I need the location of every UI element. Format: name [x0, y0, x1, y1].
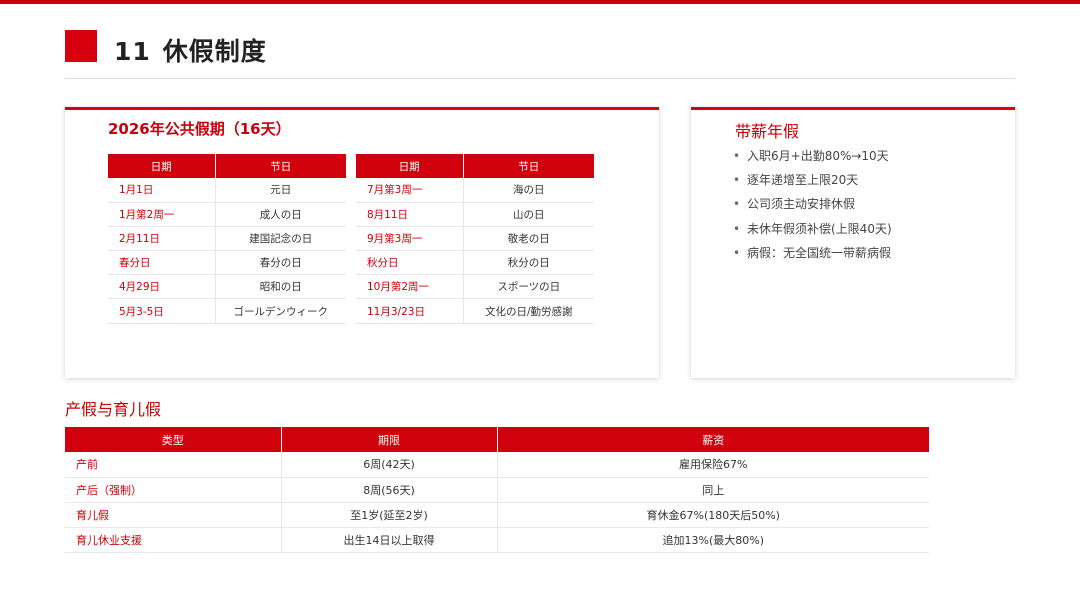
table-row: 2月11日 建国記念の日: [108, 226, 346, 252]
leave-period: 6周(42天): [281, 452, 498, 478]
list-item-text: 公司须主动安排休假: [747, 197, 856, 212]
holiday-date: 2月11日: [108, 226, 216, 252]
leave-period: 出生14日以上取得: [281, 527, 498, 553]
paid-leave-list: • 入职6月+出勤80%→10天 • 逐年递增至上限20天 • 公司须主动安排休假 •…: [733, 148, 892, 269]
holidays-table-left: 日期 节日 1月1日 元日 1月第2周一 成人の日 2月11日 建国記念の日 春分日春…: [108, 154, 346, 324]
holiday-date: 5月3-5日: [108, 298, 216, 324]
table-row: 4月29日 昭和の日: [108, 274, 346, 300]
holiday-name: ゴールデンウィーク: [215, 298, 346, 324]
top-accent-bar: [0, 0, 1080, 4]
holiday-date: 10月第2周一: [356, 274, 464, 300]
bullet-icon: •: [733, 173, 741, 188]
holiday-date: 8月11日: [356, 202, 464, 227]
list-item: • 逐年递增至上限20天: [733, 172, 892, 196]
holiday-date: 春分日: [108, 250, 216, 276]
table-row: 9月第3周一 敬老の日: [356, 226, 594, 252]
holiday-name: 元日: [215, 178, 346, 203]
bullet-icon: •: [733, 149, 741, 163]
column-header-holiday: 节日: [463, 154, 594, 178]
maternity-section-title: 产假与育儿假: [65, 400, 162, 419]
holiday-name: 海の日: [463, 178, 594, 203]
column-header-date: 日期: [108, 154, 216, 178]
holiday-date: 1月1日: [108, 178, 216, 203]
holiday-name: 昭和の日: [215, 274, 346, 300]
table-row: 1月1日 元日: [108, 178, 346, 203]
leave-period: 8周(56天): [281, 477, 498, 503]
holiday-name: 山の日: [463, 202, 594, 227]
leave-type: 育儿假: [65, 502, 282, 528]
table-row: 8月11日 山の日: [356, 202, 594, 227]
bullet-icon: •: [733, 197, 741, 212]
column-header-date: 日期: [356, 154, 464, 178]
table-row: 产前 6周(42天) 雇用保险67%: [65, 452, 929, 478]
table-row: 育儿假 至1岁(延至2岁) 育休金67%(180天后50%): [65, 502, 929, 528]
public-holidays-card: 2026年公共假期（16天） 日期 节日 1月1日 元日 1月第2周一 成人の日 2…: [65, 107, 659, 378]
holiday-name: 建国記念の日: [215, 226, 346, 252]
paid-leave-card: 带薪年假 • 入职6月+出勤80%→10天 • 逐年递增至上限20天 • 公司须主动安…: [691, 107, 1015, 378]
holiday-date: 秋分日: [356, 250, 464, 276]
table-row: 11月3/23日 文化の日/勤労感謝: [356, 298, 594, 324]
holiday-date: 4月29日: [108, 274, 216, 300]
holidays-table-right: 日期 节日 7月第3周一 海の日 8月11日 山の日 9月第3周一 敬老の日 秋分日秋…: [356, 154, 594, 324]
bullet-icon: •: [733, 221, 741, 236]
list-item-text: 病假：无全国统一带薪病假: [747, 245, 892, 260]
page-title: 11 休假制度: [114, 32, 267, 68]
title-divider: [65, 78, 1015, 79]
holiday-name: スポーツの日: [463, 274, 594, 300]
holiday-name: 成人の日: [215, 202, 346, 227]
list-item-text: 未休年假须补偿(上限40天): [747, 221, 892, 236]
list-item: • 病假：无全国统一带薪病假: [733, 245, 892, 269]
bullet-icon: •: [733, 245, 741, 260]
table-row: 10月第2周一 スポーツの日: [356, 274, 594, 300]
maternity-table: 类型 期限 薪资 产前 6周(42天) 雇用保险67% 产后（强制） 8周(56…: [65, 427, 929, 553]
holiday-name: 敬老の日: [463, 226, 594, 252]
column-header-pay: 薪资: [497, 427, 929, 452]
table-row: 7月第3周一 海の日: [356, 178, 594, 203]
page-number: 11: [114, 37, 151, 66]
holiday-date: 9月第3周一: [356, 226, 464, 252]
leave-pay: 育休金67%(180天后50%): [497, 502, 929, 528]
table-row: 秋分日 秋分の日: [356, 250, 594, 276]
column-header-period: 期限: [281, 427, 498, 452]
list-item: • 公司须主动安排休假: [733, 196, 892, 220]
table-row: 产后（强制） 8周(56天) 同上: [65, 477, 929, 503]
public-holidays-title: 2026年公共假期（16天）: [108, 120, 291, 138]
leave-type: 产前: [65, 452, 282, 478]
title-marker: [65, 30, 97, 62]
leave-pay: 同上: [497, 477, 929, 503]
leave-type: 产后（强制）: [65, 477, 282, 503]
list-item: • 未休年假须补偿(上限40天): [733, 221, 892, 245]
holiday-date: 11月3/23日: [356, 298, 464, 324]
column-header-holiday: 节日: [215, 154, 346, 178]
holiday-name: 文化の日/勤労感謝: [463, 298, 594, 324]
holiday-name: 秋分の日: [463, 250, 594, 276]
leave-type: 育儿休业支援: [65, 527, 282, 553]
paid-leave-title: 带薪年假: [735, 122, 800, 141]
table-row: 春分日 春分の日: [108, 250, 346, 276]
table-row: 育儿休业支援 出生14日以上取得 追加13%(最大80%): [65, 527, 929, 553]
table-row: 1月第2周一 成人の日: [108, 202, 346, 227]
leave-period: 至1岁(延至2岁): [281, 502, 498, 528]
holiday-date: 1月第2周一: [108, 202, 216, 227]
list-item-text: 入职6月+出勤80%→10天: [747, 149, 889, 163]
table-row: 5月3-5日 ゴールデンウィーク: [108, 298, 346, 324]
list-item-text: 逐年递增至上限20天: [747, 173, 859, 188]
page-title-text: 休假制度: [162, 37, 267, 66]
holiday-date: 7月第3周一: [356, 178, 464, 203]
column-header-type: 类型: [65, 427, 282, 452]
leave-pay: 追加13%(最大80%): [497, 527, 929, 553]
holiday-name: 春分の日: [215, 250, 346, 276]
list-item: • 入职6月+出勤80%→10天: [733, 148, 892, 172]
leave-pay: 雇用保险67%: [497, 452, 929, 478]
